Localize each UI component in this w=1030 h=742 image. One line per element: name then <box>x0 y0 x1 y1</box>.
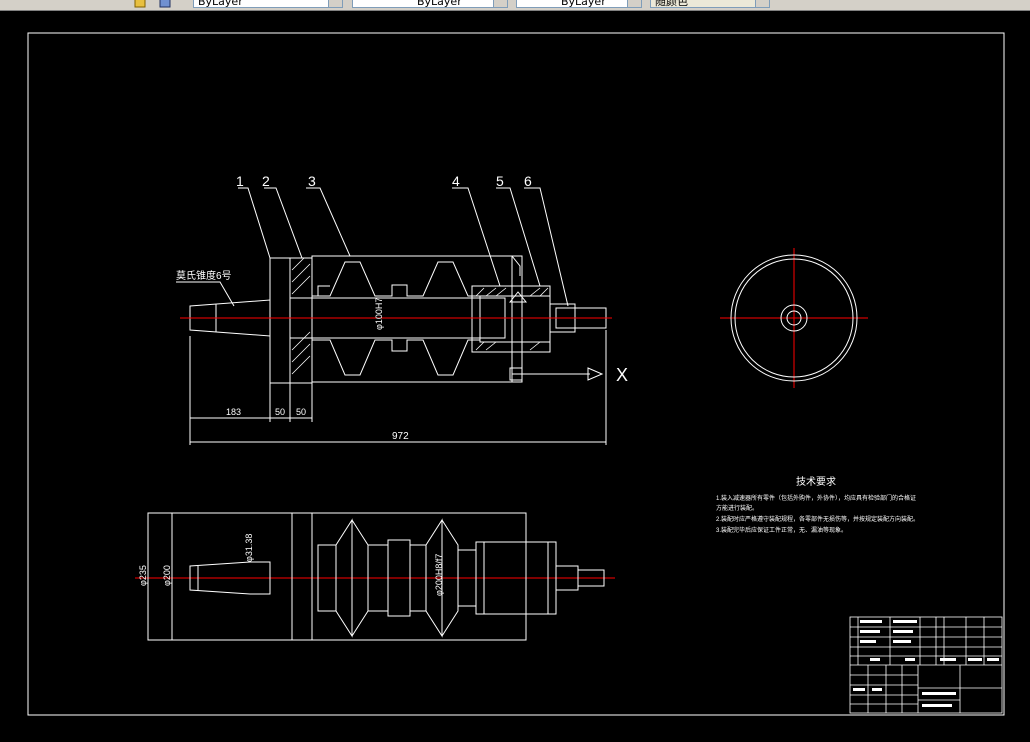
tech-title: 技术要求 <box>796 475 836 488</box>
tech-line-3: 2.装配时应严格遵守装配规程，各零部件无损伤等，并按规定装配方向装配。 <box>716 515 919 523</box>
balloon-1: 1 <box>236 173 244 189</box>
dim-50-a: 50 <box>275 407 285 417</box>
tech-line-4: 3.装配完毕后应保证工件正常，无、漏油等现象。 <box>716 526 847 534</box>
lineweight-dropdown-value: ByLayer <box>561 0 606 8</box>
bore-label: φ100H7 <box>374 298 384 330</box>
outside-view <box>147 512 605 641</box>
balloon-6: 6 <box>524 173 532 189</box>
balloon-3: 3 <box>308 173 316 189</box>
dim-972: 972 <box>392 431 409 442</box>
dim-small: φ31.38 <box>244 534 254 562</box>
dim-50-b: 50 <box>296 407 306 417</box>
chevron-down-icon[interactable] <box>493 0 507 7</box>
chevron-down-icon[interactable] <box>328 0 342 7</box>
balloon-4: 4 <box>452 173 460 189</box>
plotstyle-dropdown[interactable]: 随颜色 <box>650 0 770 8</box>
chevron-down-icon[interactable] <box>755 0 769 7</box>
color-dropdown[interactable]: ByLayer <box>193 0 343 8</box>
layer-states-icon[interactable] <box>134 0 148 8</box>
dim-183: 183 <box>226 407 241 417</box>
linetype-dropdown-value: ByLayer <box>417 0 462 8</box>
tech-line-1: 1.装入减速器所有零件（包括外购件，外协件），均应具有检验部门的合格证 <box>716 494 916 502</box>
title-block-text-marks <box>853 620 999 707</box>
dim-dia-235: φ235 <box>138 565 148 586</box>
chevron-down-icon[interactable] <box>627 0 641 7</box>
axis-x-label: X <box>616 365 628 385</box>
balloon-5: 5 <box>496 173 504 189</box>
color-dropdown-value: ByLayer <box>198 0 243 8</box>
properties-toolbar: ByLayer ByLayer ByLayer 随颜色 <box>0 0 1030 11</box>
dim-dia-200: φ200 <box>162 565 172 586</box>
model-space-canvas[interactable]: 1 2 3 4 5 6 莫氏锥度6号 φ100H7 183 50 50 972 … <box>0 11 1030 738</box>
balloon-2: 2 <box>262 173 270 189</box>
layer-previous-icon[interactable] <box>158 0 172 8</box>
taper-label: 莫氏锥度6号 <box>176 269 232 282</box>
plotstyle-dropdown-value: 随颜色 <box>655 0 688 8</box>
drawing-svg: 1 2 3 4 5 6 莫氏锥度6号 φ100H7 183 50 50 972 … <box>27 32 1005 716</box>
tech-line-2: 方能进行装配。 <box>716 504 758 512</box>
linetype-dropdown[interactable]: ByLayer <box>352 0 508 8</box>
dim-fit: φ200H8/f7 <box>434 554 444 596</box>
lineweight-dropdown[interactable]: ByLayer <box>516 0 642 8</box>
